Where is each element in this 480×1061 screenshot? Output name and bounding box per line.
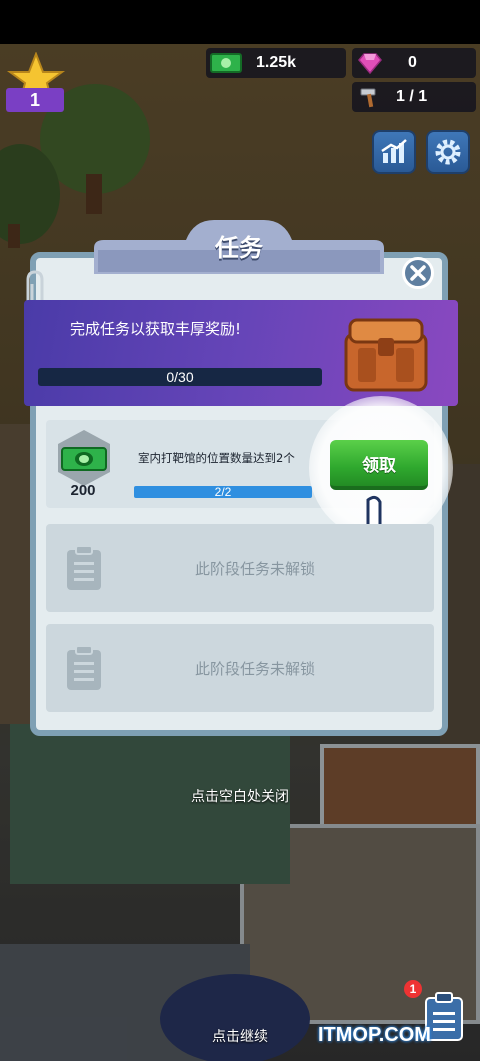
gear-icon [435,139,461,165]
banner-text: 完成任务以获取丰厚奖励! [70,320,242,338]
notification-badge: 1 [404,980,422,998]
cash-counter[interactable]: 1.25k [206,48,346,78]
clipboard-icon [67,545,101,590]
cash-value: 1.25k [256,54,297,71]
task-description: 室内打靶馆的位置数量达到2个 [138,451,295,465]
watermark: ITMOP.COM [318,1024,431,1046]
worker-counter[interactable]: 1 / 1 [352,82,476,112]
chest-icon[interactable] [340,312,432,394]
stats-button[interactable] [372,130,416,174]
close-icon [410,265,426,281]
task-progress-label: 2/2 [214,485,232,499]
claim-button[interactable]: 领取 [330,440,428,490]
dialog-title: 任务 [215,235,263,262]
level-number: 1 [6,88,64,112]
chart-icon [381,139,407,163]
gem-value: 0 [408,54,417,71]
banner-progress-label: 0/30 [166,369,194,385]
hammer-icon [360,88,376,108]
settings-button[interactable] [426,130,470,174]
locked-task-text: 此阶段任务未解锁 [194,660,315,678]
close-hint[interactable]: 点击空白处关闭 [150,786,330,806]
gem-icon [358,53,382,74]
clipboard-icon [67,645,101,690]
status-bar [0,0,480,44]
locked-task-text: 此阶段任务未解锁 [194,560,315,578]
cash-icon [210,53,242,73]
close-button[interactable] [402,257,434,289]
worker-value: 1 / 1 [396,88,428,105]
reward-amount: 200 [70,482,96,499]
continue-hint[interactable]: 点击继续 [150,1026,330,1046]
gem-counter[interactable]: 0 [352,48,476,78]
